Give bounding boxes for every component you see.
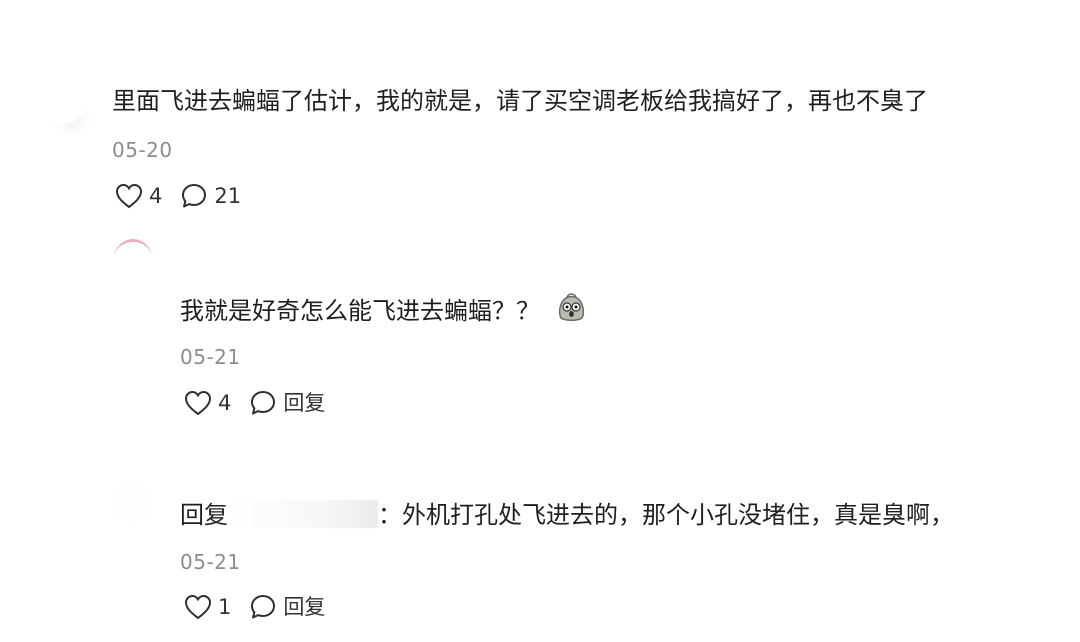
reply-count-button[interactable]: 21 <box>180 182 241 210</box>
heart-outline-icon <box>184 594 212 620</box>
reply-message: 我就是好奇怎么能飞进去蝙蝠？？ <box>180 297 540 325</box>
speech-bubble-icon <box>249 593 277 621</box>
reply-message: ：外机打孔处飞进去的，那个小孔没堵住，真是臭啊， <box>378 501 954 529</box>
reply-text: 我就是好奇怎么能飞进去蝙蝠？？ <box>180 292 587 328</box>
like-button[interactable]: 4 <box>115 183 162 209</box>
reply-button[interactable]: 回复 <box>249 389 325 417</box>
reply-date: 05-21 <box>180 550 241 574</box>
reply-text: 回复 ：外机打孔处飞进去的，那个小孔没堵住，真是臭啊， <box>180 498 954 532</box>
reply-date: 05-21 <box>180 345 241 369</box>
surprised-face-emoji <box>556 292 587 323</box>
speech-bubble-icon <box>180 182 208 210</box>
like-count: 4 <box>218 391 232 415</box>
heart-outline-icon <box>115 183 143 209</box>
comment-date: 05-20 <box>112 138 173 162</box>
reply-button[interactable]: 回复 <box>249 593 325 621</box>
comment-actions: 4 21 <box>115 182 241 210</box>
reply-prefix: 回复 <box>180 501 228 529</box>
reply-count: 21 <box>214 184 242 208</box>
commenter-avatar[interactable] <box>40 78 86 124</box>
reply-avatar[interactable] <box>114 239 152 277</box>
comment-text: 里面飞进去蝙蝠了估计，我的就是，请了买空调老板给我搞好了，再也不臭了 <box>112 87 928 115</box>
speech-bubble-icon <box>249 389 277 417</box>
blurred-username <box>228 500 378 528</box>
reply-actions: 4 回复 <box>184 389 325 417</box>
like-count: 4 <box>149 184 163 208</box>
like-button[interactable]: 1 <box>184 594 231 620</box>
reply-actions: 1 回复 <box>184 593 325 621</box>
reply-label: 回复 <box>283 595 326 619</box>
reply-label: 回复 <box>283 391 326 415</box>
heart-outline-icon <box>184 390 212 416</box>
reply-avatar[interactable] <box>114 484 152 522</box>
like-button[interactable]: 4 <box>184 390 231 416</box>
like-count: 1 <box>218 595 232 619</box>
